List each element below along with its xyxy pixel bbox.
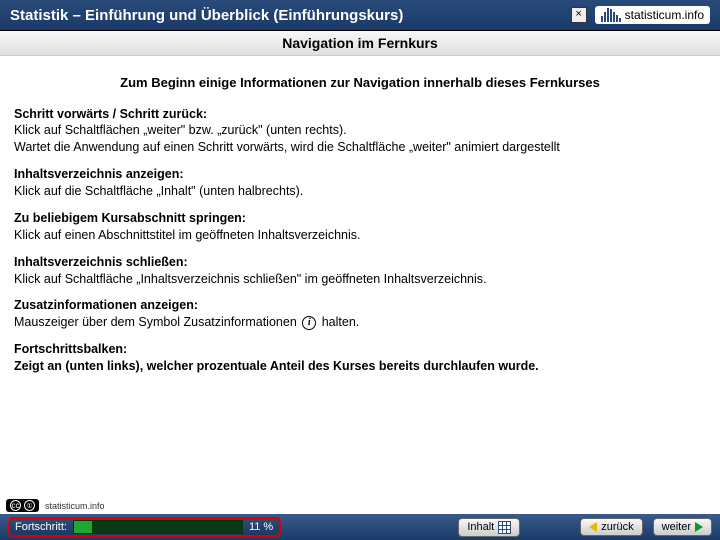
header-right: × statisticum.info <box>571 6 710 24</box>
section-body: Klick auf die Schaltfläche „Inhalt" (unt… <box>14 183 706 200</box>
back-button[interactable]: zurück <box>580 518 642 536</box>
page-subtitle: Navigation im Fernkurs <box>0 31 720 56</box>
section-body: Klick auf Schaltflächen „weiter" bzw. „z… <box>14 122 706 156</box>
license-text: statisticum.info <box>45 501 105 511</box>
logo-bars-icon <box>601 8 621 22</box>
section-step: Schritt vorwärts / Schritt zurück: Klick… <box>14 106 706 157</box>
section-title: Zusatzinformationen anzeigen: <box>14 297 706 314</box>
next-button-label: weiter <box>662 521 691 533</box>
back-button-label: zurück <box>601 521 633 533</box>
toc-button-label: Inhalt <box>467 521 494 533</box>
progress-label: Fortschritt: <box>11 521 67 533</box>
info-icon: i <box>302 316 316 330</box>
close-button[interactable]: × <box>571 7 587 23</box>
section-body: Klick auf Schaltfläche „Inhaltsverzeichn… <box>14 271 706 288</box>
section-toc-close: Inhaltsverzeichnis schließen: Klick auf … <box>14 254 706 288</box>
arrow-right-icon <box>695 522 703 532</box>
grid-icon <box>498 521 511 534</box>
progress-percent: 11 % <box>249 521 273 533</box>
cc-badge-icon: cc① <box>6 499 39 512</box>
body-pre: Mauszeiger über dem Symbol Zusatzinforma… <box>14 315 300 329</box>
toc-button[interactable]: Inhalt <box>458 518 520 537</box>
intro-text: Zum Beginn einige Informationen zur Navi… <box>14 74 706 92</box>
progress-highlight: Fortschritt: 11 % <box>8 517 281 537</box>
section-title: Inhaltsverzeichnis anzeigen: <box>14 166 706 183</box>
course-title: Statistik – Einführung und Überblick (Ei… <box>10 7 403 24</box>
header-bar: Statistik – Einführung und Überblick (Ei… <box>0 0 720 31</box>
footer-bar: Fortschritt: 11 % Inhalt zurück weiter <box>0 514 720 540</box>
section-progress: Fortschrittsbalken: Zeigt an (unten link… <box>14 341 706 375</box>
section-title: Inhaltsverzeichnis schließen: <box>14 254 706 271</box>
content-area: Zum Beginn einige Informationen zur Navi… <box>0 56 720 397</box>
brand-logo[interactable]: statisticum.info <box>595 6 710 24</box>
license-area: cc① statisticum.info <box>6 499 105 512</box>
progress-bar <box>73 520 243 534</box>
body-post: halten. <box>322 315 360 329</box>
section-body: Zeigt an (unten links), welcher prozentu… <box>14 358 706 375</box>
progress-fill <box>74 521 92 533</box>
section-body: Klick auf einen Abschnittstitel im geöff… <box>14 227 706 244</box>
section-jump: Zu beliebigem Kursabschnitt springen: Kl… <box>14 210 706 244</box>
section-body: Mauszeiger über dem Symbol Zusatzinforma… <box>14 314 706 331</box>
section-title: Schritt vorwärts / Schritt zurück: <box>14 106 706 123</box>
section-title: Zu beliebigem Kursabschnitt springen: <box>14 210 706 227</box>
section-title: Fortschrittsbalken: <box>14 341 706 358</box>
next-button[interactable]: weiter <box>653 518 712 536</box>
section-toc-show: Inhaltsverzeichnis anzeigen: Klick auf d… <box>14 166 706 200</box>
brand-text: statisticum.info <box>625 8 704 22</box>
section-extra-info: Zusatzinformationen anzeigen: Mauszeiger… <box>14 297 706 331</box>
arrow-left-icon <box>589 522 597 532</box>
